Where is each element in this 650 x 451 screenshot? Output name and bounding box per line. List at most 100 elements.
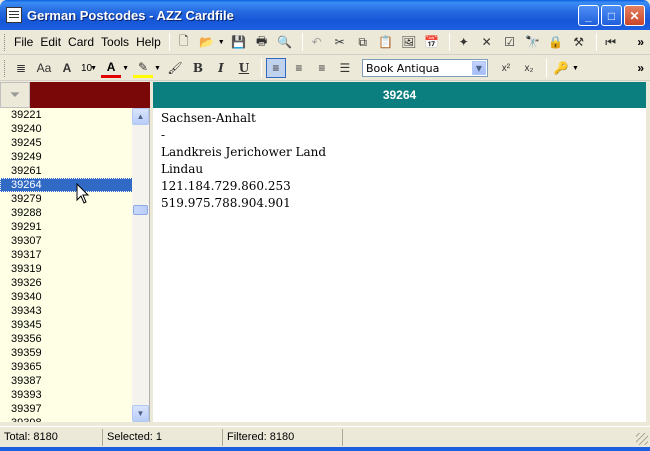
- card-properties-icon[interactable]: ☑: [500, 32, 520, 52]
- menu-help[interactable]: Help: [133, 35, 164, 49]
- list-item[interactable]: 39221: [0, 108, 133, 122]
- underline-button[interactable]: U: [234, 58, 254, 78]
- spell-check-dropdown-icon[interactable]: ▼: [572, 65, 579, 72]
- find-icon[interactable]: 🔭: [523, 32, 543, 52]
- paragraph-style-icon[interactable]: ≣: [11, 58, 31, 78]
- window-edge: [646, 82, 650, 422]
- paste-icon[interactable]: 📋: [376, 32, 396, 52]
- menu-card[interactable]: Card: [65, 35, 97, 49]
- font-color-icon[interactable]: A: [101, 58, 122, 78]
- undo-icon[interactable]: ↶: [307, 32, 327, 52]
- list-item[interactable]: 39264: [0, 178, 133, 192]
- title-bar: German Postcodes - AZZ Cardfile _ □ ✕: [0, 0, 650, 30]
- card-text-line: 519.975.788.904.901: [161, 196, 291, 210]
- cut-icon[interactable]: ✂: [330, 32, 350, 52]
- resize-grip-icon[interactable]: [636, 433, 648, 445]
- scroll-down-icon[interactable]: ▼: [132, 405, 149, 422]
- list-item[interactable]: 39319: [0, 262, 133, 276]
- insert-picture-icon[interactable]: 🖼: [399, 32, 419, 52]
- card-text-line: -: [161, 128, 166, 142]
- bullet-list-icon[interactable]: ☰: [335, 58, 355, 78]
- highlight-dropdown-icon[interactable]: ▼: [154, 65, 161, 72]
- font-size-dropdown-icon[interactable]: ▼: [90, 65, 97, 72]
- list-item[interactable]: 39291: [0, 220, 133, 234]
- list-item[interactable]: 39279: [0, 192, 133, 206]
- font-name-select[interactable]: Book Antiqua ▼: [361, 59, 488, 77]
- first-card-icon[interactable]: ⏮: [601, 32, 621, 52]
- list-item[interactable]: 39340: [0, 290, 133, 304]
- list-item[interactable]: 39245: [0, 136, 133, 150]
- italic-button[interactable]: I: [211, 58, 231, 78]
- toolbar-grip[interactable]: [4, 33, 7, 51]
- list-item[interactable]: 39393: [0, 388, 133, 402]
- toolbar-overflow-icon[interactable]: »: [637, 61, 644, 75]
- list-item[interactable]: 39317: [0, 248, 133, 262]
- align-center-icon[interactable]: ≡: [289, 58, 309, 78]
- highlight-icon[interactable]: ✎: [133, 58, 153, 78]
- scroll-thumb[interactable]: [133, 205, 148, 215]
- card-list[interactable]: 39221 39240 39245 39249 39261 39264 39279 39288…: [0, 108, 150, 422]
- status-total: Total: 8180: [0, 428, 103, 446]
- print-icon[interactable]: 🖶: [252, 32, 272, 52]
- font-color-dropdown-icon[interactable]: ▼: [122, 65, 129, 72]
- open-dropdown-icon[interactable]: ▼: [218, 39, 225, 46]
- menu-file[interactable]: File: [11, 35, 36, 49]
- align-left-icon[interactable]: ≡: [265, 58, 286, 78]
- list-item[interactable]: 39398: [0, 416, 133, 422]
- separator: [545, 59, 547, 77]
- spell-check-icon[interactable]: 🔑: [551, 58, 571, 78]
- status-empty: [343, 429, 628, 446]
- lock-icon[interactable]: 🔒: [546, 32, 566, 52]
- card-content[interactable]: Sachsen-Anhalt - Landkreis Jerichower Land…: [153, 108, 646, 422]
- font-name-value: Book Antiqua: [365, 61, 440, 75]
- filter-icon[interactable]: ⏷: [0, 82, 30, 108]
- delete-card-icon[interactable]: ✕: [477, 32, 497, 52]
- main-toolbar: File Edit Card Tools Help 🗋 📂 ▼ 💾 🖶 🔍 ↶ ✂…: [0, 30, 650, 55]
- new-card-icon[interactable]: ✦: [454, 32, 474, 52]
- save-icon[interactable]: 💾: [229, 32, 249, 52]
- list-item[interactable]: 39326: [0, 276, 133, 290]
- toolbar-grip[interactable]: [4, 59, 7, 77]
- list-item[interactable]: 39356: [0, 332, 133, 346]
- tools-icon[interactable]: ⚒: [569, 32, 589, 52]
- list-item[interactable]: 39249: [0, 150, 133, 164]
- minimize-button[interactable]: _: [578, 5, 599, 26]
- format-painter-icon[interactable]: 🖌: [165, 58, 185, 78]
- list-item[interactable]: 39387: [0, 374, 133, 388]
- list-item[interactable]: 39240: [0, 122, 133, 136]
- insert-date-icon[interactable]: 📅: [422, 32, 442, 52]
- list-item[interactable]: 39261: [0, 164, 133, 178]
- menu-tools[interactable]: Tools: [98, 35, 132, 49]
- list-item[interactable]: 39345: [0, 318, 133, 332]
- subscript-button[interactable]: x₂: [519, 58, 539, 78]
- filter-bar[interactable]: ⏷: [0, 82, 150, 108]
- list-item[interactable]: 39343: [0, 304, 133, 318]
- card-title: 39264: [153, 82, 646, 108]
- open-folder-icon[interactable]: 📂: [197, 32, 217, 52]
- list-item[interactable]: 39397: [0, 402, 133, 416]
- font-icon[interactable]: A: [57, 58, 77, 78]
- status-selected: Selected: 1: [103, 428, 223, 446]
- toolbar-overflow-icon[interactable]: »: [637, 35, 644, 49]
- print-preview-icon[interactable]: 🔍: [275, 32, 295, 52]
- chevron-down-icon[interactable]: ▼: [471, 61, 486, 75]
- new-file-icon[interactable]: 🗋: [174, 32, 194, 52]
- mouse-pointer-icon: [76, 183, 90, 204]
- app-icon: [6, 7, 22, 23]
- superscript-button[interactable]: x²: [496, 58, 516, 78]
- list-item[interactable]: 39359: [0, 346, 133, 360]
- list-scrollbar[interactable]: ▲ ▼: [132, 108, 149, 422]
- list-item[interactable]: 39288: [0, 206, 133, 220]
- close-button[interactable]: ✕: [624, 5, 645, 26]
- copy-icon[interactable]: ⧉: [353, 32, 373, 52]
- align-right-icon[interactable]: ≡: [312, 58, 332, 78]
- scroll-up-icon[interactable]: ▲: [132, 108, 149, 125]
- change-case-icon[interactable]: Aa: [34, 58, 54, 78]
- bold-button[interactable]: B: [188, 58, 208, 78]
- list-item[interactable]: 39307: [0, 234, 133, 248]
- menu-edit[interactable]: Edit: [37, 35, 64, 49]
- list-item[interactable]: 39365: [0, 360, 133, 374]
- separator: [168, 33, 170, 51]
- separator: [448, 33, 450, 51]
- maximize-button[interactable]: □: [601, 5, 622, 26]
